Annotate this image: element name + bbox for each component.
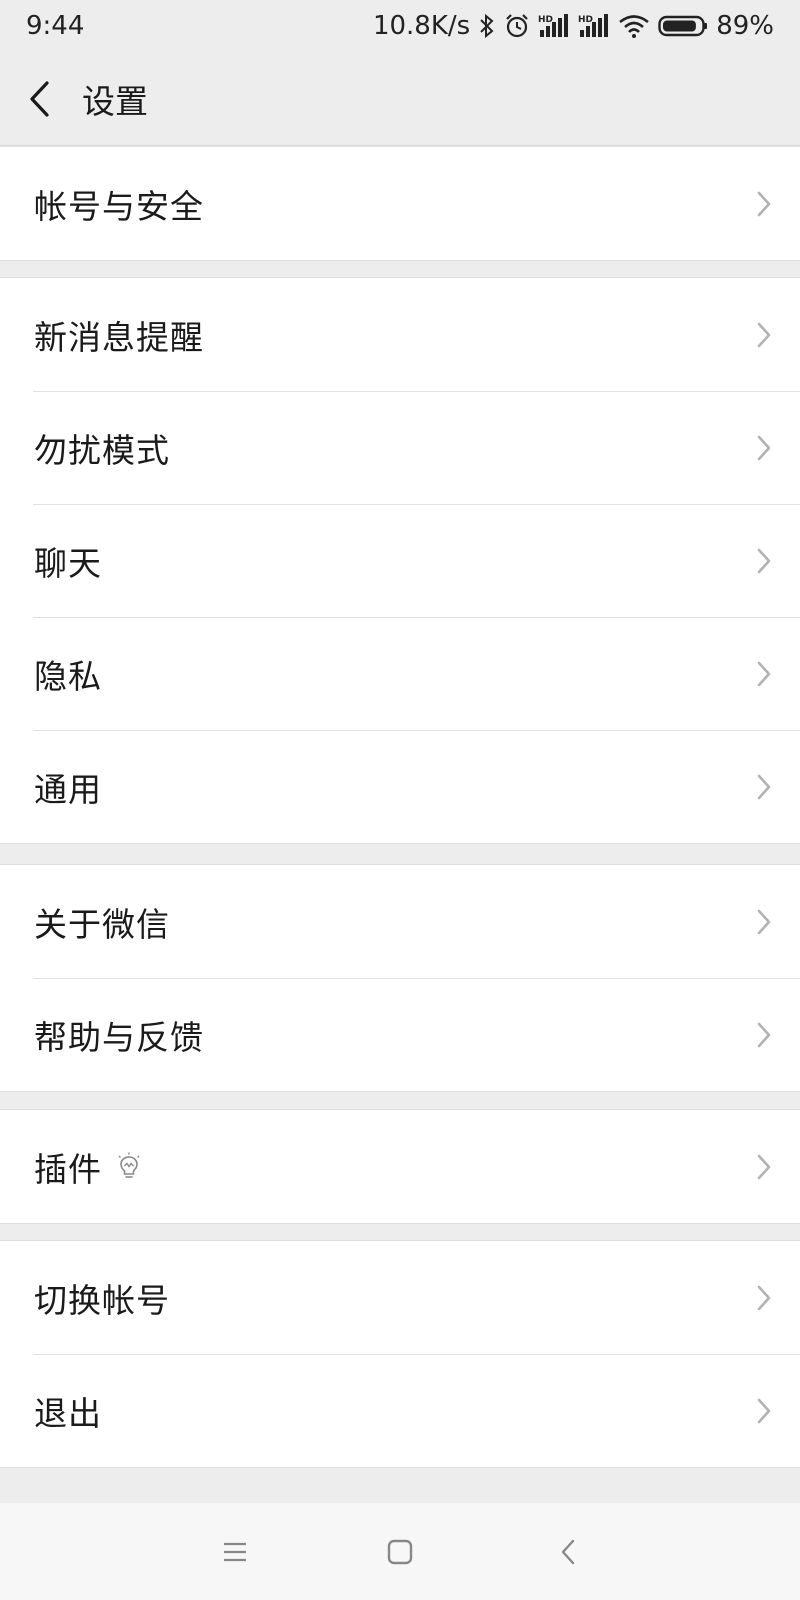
- settings-group-main: 新消息提醒 勿扰模式 聊天 隐私 通用: [0, 277, 800, 844]
- chevron-right-icon: [756, 1397, 772, 1425]
- settings-item-label: 插件: [34, 1149, 102, 1189]
- chevron-left-icon: [30, 80, 49, 117]
- chevron-right-icon: [756, 547, 772, 575]
- settings-item-general[interactable]: 通用: [0, 730, 800, 843]
- settings-item-chat[interactable]: 聊天: [0, 504, 800, 617]
- chevron-right-icon: [756, 434, 772, 462]
- svg-text:HD: HD: [578, 15, 593, 25]
- wifi-icon: [618, 13, 650, 39]
- chevron-right-icon: [756, 321, 772, 349]
- settings-item-about[interactable]: 关于微信: [0, 865, 800, 978]
- settings-item-logout[interactable]: 退出: [0, 1354, 800, 1467]
- settings-screen: 9:44 10.8K/s HD HD 89% 设置 帐号与安全 新消息提醒 勿扰…: [0, 0, 800, 1600]
- chevron-right-icon: [756, 190, 772, 218]
- settings-item-label: 通用: [34, 769, 102, 809]
- settings-item-switch-account[interactable]: 切换帐号: [0, 1241, 800, 1354]
- back-icon: [561, 1539, 575, 1564]
- settings-item-label: 聊天: [34, 543, 102, 583]
- settings-item-label: 退出: [34, 1393, 102, 1433]
- settings-item-label: 隐私: [34, 656, 102, 696]
- page-title: 设置: [82, 81, 148, 121]
- settings-item-plugins[interactable]: 插件: [0, 1110, 800, 1223]
- settings-item-help-feedback[interactable]: 帮助与反馈: [0, 978, 800, 1091]
- chevron-right-icon: [756, 773, 772, 801]
- alarm-icon: [504, 13, 530, 39]
- settings-item-account-security[interactable]: 帐号与安全: [0, 147, 800, 260]
- bluetooth-icon: [478, 13, 496, 39]
- network-speed: 10.8K/s: [372, 11, 471, 41]
- battery-percent: 89%: [716, 11, 774, 41]
- chevron-right-icon: [756, 1153, 772, 1181]
- settings-item-label: 新消息提醒: [34, 317, 204, 357]
- lightbulb-icon: [116, 1152, 142, 1182]
- settings-item-privacy[interactable]: 隐私: [0, 617, 800, 730]
- status-bar: 9:44 10.8K/s HD HD 89%: [0, 0, 800, 52]
- home-icon: [387, 1539, 413, 1564]
- hd-signal-icon: HD: [538, 13, 570, 39]
- home-button[interactable]: [370, 1522, 430, 1582]
- title-bar: 设置: [0, 52, 800, 146]
- settings-group-account: 帐号与安全: [0, 146, 800, 261]
- settings-group-session: 切换帐号 退出: [0, 1240, 800, 1468]
- settings-item-label: 帮助与反馈: [34, 1017, 204, 1057]
- back-button[interactable]: [0, 52, 80, 146]
- settings-item-label: 帐号与安全: [34, 186, 204, 226]
- svg-text:HD: HD: [538, 15, 553, 25]
- settings-item-label: 关于微信: [34, 904, 170, 944]
- menu-button[interactable]: [205, 1522, 265, 1582]
- battery-icon: [658, 13, 708, 39]
- status-time: 9:44: [26, 11, 85, 41]
- chevron-right-icon: [756, 660, 772, 688]
- chevron-right-icon: [756, 1021, 772, 1049]
- settings-group-about: 关于微信 帮助与反馈: [0, 864, 800, 1092]
- status-icons: 10.8K/s HD HD 89%: [373, 11, 774, 41]
- settings-item-label: 勿扰模式: [34, 430, 170, 470]
- nav-back-button[interactable]: [538, 1522, 598, 1582]
- hd-signal-icon: HD: [578, 13, 610, 39]
- settings-item-do-not-disturb[interactable]: 勿扰模式: [0, 391, 800, 504]
- settings-item-label: 切换帐号: [34, 1280, 170, 1320]
- settings-item-notifications[interactable]: 新消息提醒: [0, 278, 800, 391]
- system-nav-bar: [0, 1503, 800, 1600]
- chevron-right-icon: [756, 1284, 772, 1312]
- chevron-right-icon: [756, 908, 772, 936]
- menu-icon: [224, 1542, 246, 1561]
- settings-group-plugins: 插件: [0, 1109, 800, 1224]
